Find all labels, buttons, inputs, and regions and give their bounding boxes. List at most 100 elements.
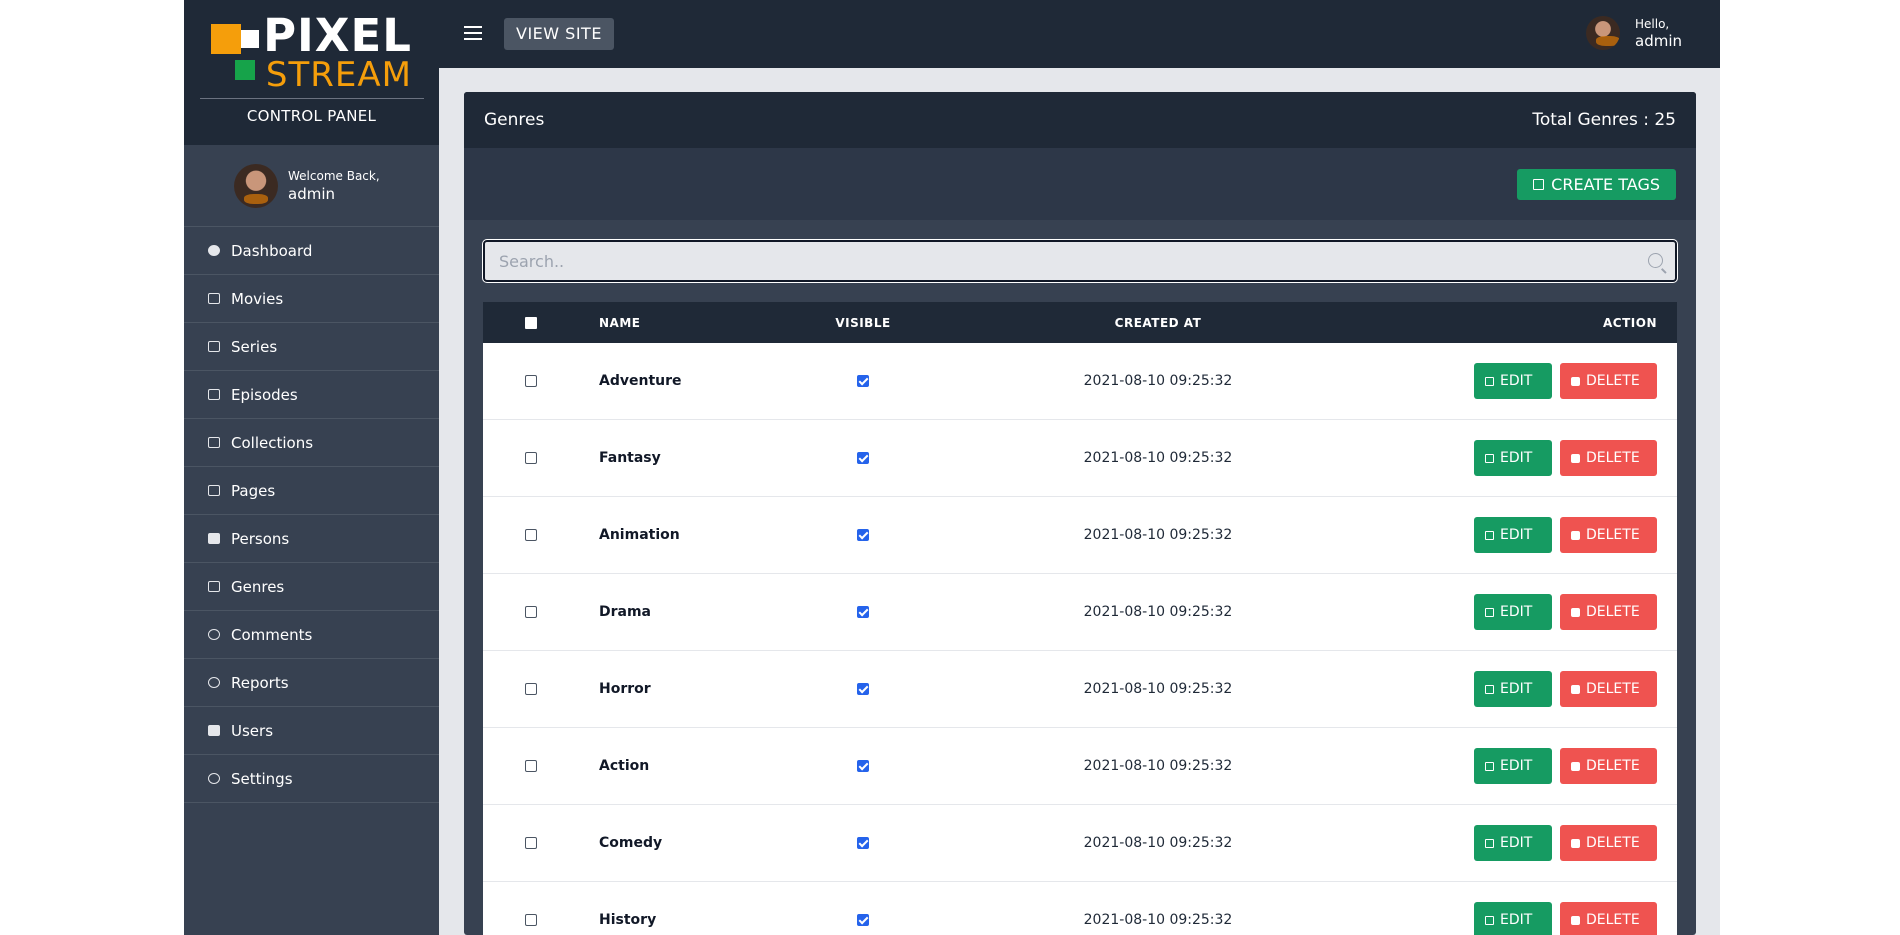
hamburger-menu-icon[interactable] [464,26,482,40]
page-title: Genres [484,110,545,130]
sidebar-item-movies[interactable]: Movies [184,275,439,323]
user-menu[interactable]: Hello, admin [1586,16,1682,50]
edit-button[interactable]: EDIT [1474,363,1552,399]
users-icon [208,725,220,736]
edit-label: EDIT [1500,373,1533,389]
sidebar-item-genres[interactable]: Genres [184,563,439,611]
visible-checkbox[interactable] [857,375,869,387]
edit-button[interactable]: EDIT [1474,517,1552,553]
row-select-checkbox[interactable] [524,914,537,926]
table-row: Horror 2021-08-10 09:25:32 EDIT DELETE [483,651,1677,728]
edit-button[interactable]: EDIT [1474,748,1552,784]
row-select-checkbox[interactable] [524,606,537,618]
header-name[interactable]: NAME [578,316,768,330]
visible-checkbox[interactable] [857,683,869,695]
trash-icon [1571,838,1580,848]
edit-icon [1485,530,1494,540]
genre-name: Horror [599,681,651,697]
edit-label: EDIT [1500,835,1533,851]
sidebar-item-label: Comments [231,625,313,644]
sidebar-item-pages[interactable]: Pages [184,467,439,515]
edit-label: EDIT [1500,912,1533,928]
delete-label: DELETE [1586,681,1640,697]
edit-button[interactable]: EDIT [1474,902,1552,935]
sidebar-item-persons[interactable]: Persons [184,515,439,563]
avatar[interactable] [1586,16,1620,50]
genre-name: Comedy [599,835,663,851]
table-row: Adventure 2021-08-10 09:25:32 EDIT DELETE [483,343,1677,420]
report-icon [208,677,220,688]
delete-button[interactable]: DELETE [1560,440,1657,476]
genres-panel: Genres Total Genres : 25 CREATE TAGS NAM… [464,92,1696,935]
brand-header: PIXEL STREAM CONTROL PANEL [184,0,439,145]
sidebar-item-label: Reports [231,673,289,692]
edit-label: EDIT [1500,681,1533,697]
edit-button[interactable]: EDIT [1474,671,1552,707]
created-at: 2021-08-10 09:25:32 [1083,681,1233,697]
movie-icon [208,293,220,304]
delete-button[interactable]: DELETE [1560,363,1657,399]
edit-label: EDIT [1500,527,1533,543]
sidebar-item-comments[interactable]: Comments [184,611,439,659]
delete-label: DELETE [1586,604,1640,620]
select-all-checkbox[interactable] [524,316,537,329]
create-tags-label: CREATE TAGS [1551,174,1660,194]
delete-label: DELETE [1586,912,1640,928]
row-select-checkbox[interactable] [524,375,537,387]
welcome-username: admin [288,184,335,203]
delete-label: DELETE [1586,373,1640,389]
delete-button[interactable]: DELETE [1560,825,1657,861]
external-link-icon [1533,178,1545,190]
edit-button[interactable]: EDIT [1474,825,1552,861]
sidebar-item-series[interactable]: Series [184,323,439,371]
visible-checkbox[interactable] [857,606,869,618]
logo-mark-icon [211,24,260,84]
edit-button[interactable]: EDIT [1474,440,1552,476]
delete-button[interactable]: DELETE [1560,594,1657,630]
edit-label: EDIT [1500,604,1533,620]
view-site-button[interactable]: VIEW SITE [504,18,614,50]
sidebar-item-users[interactable]: Users [184,707,439,755]
visible-checkbox[interactable] [857,452,869,464]
visible-checkbox[interactable] [857,529,869,541]
search-bar [482,239,1678,283]
visible-checkbox[interactable] [857,837,869,849]
created-at: 2021-08-10 09:25:32 [1083,912,1233,928]
edit-icon [1485,915,1494,925]
logo[interactable]: PIXEL STREAM [211,9,412,95]
search-input[interactable] [482,239,1678,283]
search-icon[interactable] [1648,253,1663,268]
header-visible[interactable]: VISIBLE [768,316,958,330]
edit-button[interactable]: EDIT [1474,594,1552,630]
header-created-at[interactable]: CREATED AT [958,316,1358,330]
pages-icon [208,485,220,496]
visible-checkbox[interactable] [857,914,869,926]
sidebar-item-reports[interactable]: Reports [184,659,439,707]
row-select-checkbox[interactable] [524,452,537,464]
delete-button[interactable]: DELETE [1560,517,1657,553]
create-tags-button[interactable]: CREATE TAGS [1517,168,1676,200]
sidebar-item-settings[interactable]: Settings [184,755,439,803]
delete-button[interactable]: DELETE [1560,902,1657,935]
row-select-checkbox[interactable] [524,529,537,541]
delete-button[interactable]: DELETE [1560,671,1657,707]
delete-button[interactable]: DELETE [1560,748,1657,784]
sidebar-item-episodes[interactable]: Episodes [184,371,439,419]
logo-text-stream: STREAM [265,55,412,95]
comment-icon [208,629,220,640]
edit-label: EDIT [1500,450,1533,466]
row-select-checkbox[interactable] [524,760,537,772]
panel-toolbar: CREATE TAGS [464,148,1696,220]
sidebar-item-collections[interactable]: Collections [184,419,439,467]
sidebar-item-dashboard[interactable]: Dashboard [184,227,439,275]
logo-text-pixel: PIXEL [263,9,412,62]
row-select-checkbox[interactable] [524,837,537,849]
table-row: Comedy 2021-08-10 09:25:32 EDIT DELETE [483,805,1677,882]
visible-checkbox[interactable] [857,760,869,772]
sidebar-item-label: Movies [231,289,284,308]
table-row: Animation 2021-08-10 09:25:32 EDIT DELETE [483,497,1677,574]
delete-label: DELETE [1586,758,1640,774]
row-select-checkbox[interactable] [524,683,537,695]
dashboard-icon [208,245,220,256]
panel-header: Genres Total Genres : 25 [464,92,1696,148]
